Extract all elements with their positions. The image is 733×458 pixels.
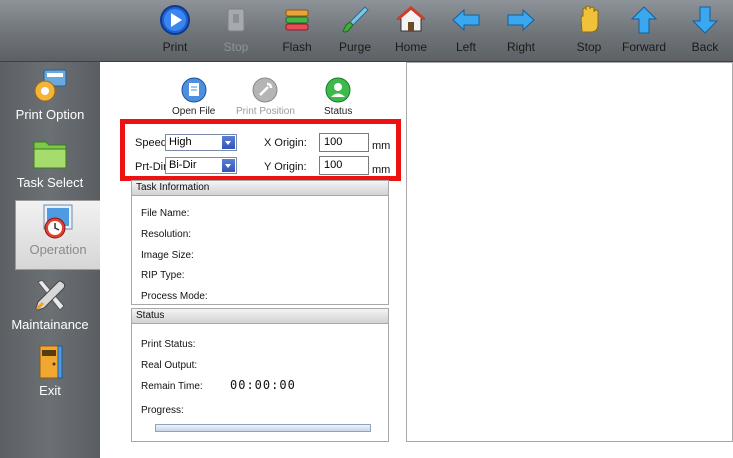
arrow-up-icon bbox=[630, 6, 658, 34]
print-settings-box: Speed: High X Origin: 100 mm Prt-Dir: Bi… bbox=[120, 119, 401, 181]
chevron-down-icon[interactable] bbox=[222, 136, 235, 149]
y-origin-input[interactable]: 100 bbox=[319, 156, 369, 175]
print-position-label: Print Position bbox=[236, 106, 295, 117]
prtdir-select[interactable]: Bi-Dir bbox=[165, 157, 237, 174]
flash-button[interactable]: Flash bbox=[269, 4, 325, 60]
sidebar-item-task-select[interactable]: Task Select bbox=[0, 134, 100, 200]
real-output-label: Real Output: bbox=[141, 360, 198, 371]
purge-label: Purge bbox=[338, 40, 372, 54]
speed-select[interactable]: High bbox=[165, 134, 237, 151]
right-label: Right bbox=[506, 40, 535, 54]
stop-disabled-button[interactable]: Stop bbox=[208, 4, 264, 60]
x-origin-input[interactable]: 100 bbox=[319, 133, 369, 152]
stop-label: Stop bbox=[576, 40, 602, 54]
arrow-down-icon bbox=[691, 6, 719, 34]
stop-button[interactable]: Stop bbox=[561, 4, 617, 60]
back-label: Back bbox=[691, 40, 719, 54]
preview-canvas bbox=[406, 62, 733, 442]
exit-door-icon bbox=[39, 345, 63, 379]
clock-photo-icon bbox=[43, 204, 73, 239]
stop-disabled-label: Stop bbox=[223, 40, 249, 54]
forward-label: Forward bbox=[621, 40, 666, 54]
status-button[interactable]: Status bbox=[324, 76, 352, 117]
purge-brush-icon bbox=[342, 6, 369, 33]
task-information-title: Task Information bbox=[132, 181, 388, 196]
y-origin-label: Y Origin: bbox=[264, 161, 307, 173]
rip-type-label: RIP Type: bbox=[141, 270, 185, 281]
status-user-icon bbox=[325, 77, 351, 103]
right-button[interactable]: Right bbox=[493, 4, 549, 60]
stop-box-icon bbox=[227, 8, 245, 32]
wrench-screwdriver-icon bbox=[35, 279, 66, 311]
progress-bar bbox=[155, 424, 371, 432]
x-origin-label: X Origin: bbox=[264, 137, 307, 149]
print-label: Print bbox=[162, 40, 188, 54]
open-file-label: Open File bbox=[172, 106, 216, 117]
home-icon bbox=[396, 6, 426, 32]
print-position-button[interactable]: Print Position bbox=[236, 76, 295, 117]
forward-button[interactable]: Forward bbox=[616, 4, 672, 60]
folder-icon bbox=[33, 141, 67, 169]
speed-value: High bbox=[169, 136, 192, 148]
home-label: Home bbox=[394, 40, 427, 54]
y-origin-unit: mm bbox=[372, 164, 391, 176]
sidebar-item-exit[interactable]: Exit bbox=[0, 342, 100, 408]
play-circle-icon bbox=[160, 5, 190, 35]
arrow-right-icon bbox=[507, 8, 535, 32]
progress-label: Progress: bbox=[141, 405, 184, 416]
top-toolbar: Print Stop Flash Purge Home Left Right S… bbox=[0, 0, 733, 62]
flash-label: Flash bbox=[282, 40, 312, 54]
sidebar-item-label: Maintainance bbox=[11, 317, 89, 332]
sidebar-item-maintainance[interactable]: Maintainance bbox=[0, 276, 100, 342]
print-position-icon bbox=[252, 77, 278, 103]
sidebar-item-label: Operation bbox=[29, 242, 87, 257]
open-file-button[interactable]: Open File bbox=[172, 76, 215, 117]
sidebar-item-print-option[interactable]: Print Option bbox=[0, 66, 100, 132]
left-button[interactable]: Left bbox=[438, 4, 494, 60]
back-button[interactable]: Back bbox=[677, 4, 733, 60]
hand-stop-icon bbox=[580, 5, 599, 33]
purge-button[interactable]: Purge bbox=[327, 4, 383, 60]
task-information-panel: Task Information File Name: Resolution: … bbox=[131, 180, 389, 305]
flash-stack-icon bbox=[285, 9, 309, 31]
x-origin-unit: mm bbox=[372, 140, 391, 152]
resolution-label: Resolution: bbox=[141, 229, 192, 240]
arrow-left-icon bbox=[452, 8, 480, 32]
prtdir-value: Bi-Dir bbox=[169, 159, 197, 171]
process-mode-label: Process Mode: bbox=[141, 291, 208, 302]
open-file-icon bbox=[181, 77, 207, 103]
left-label: Left bbox=[455, 40, 476, 54]
operation-panel: Open File Print Position Status Speed: H… bbox=[100, 62, 733, 458]
sidebar: Print Option Task Select Operation Maint… bbox=[0, 62, 100, 458]
print-button[interactable]: Print bbox=[147, 4, 203, 60]
remain-time-label: Remain Time: bbox=[141, 381, 203, 392]
sidebar-item-label: Print Option bbox=[15, 107, 85, 122]
print-status-label: Print Status: bbox=[141, 339, 196, 350]
status-title: Status bbox=[132, 309, 388, 324]
sidebar-item-operation[interactable]: Operation bbox=[15, 200, 100, 270]
remain-time-value: 00:00:00 bbox=[230, 378, 296, 392]
status-panel: Status Print Status: Real Output: Remain… bbox=[131, 308, 389, 442]
sidebar-item-label: Task Select bbox=[16, 175, 84, 190]
chevron-down-icon[interactable] bbox=[222, 159, 235, 172]
status-label: Status bbox=[324, 106, 353, 117]
image-size-label: Image Size: bbox=[141, 250, 194, 261]
gear-printer-icon bbox=[34, 69, 67, 102]
sidebar-item-label: Exit bbox=[39, 383, 61, 398]
file-name-label: File Name: bbox=[141, 208, 190, 219]
home-button[interactable]: Home bbox=[383, 4, 439, 60]
